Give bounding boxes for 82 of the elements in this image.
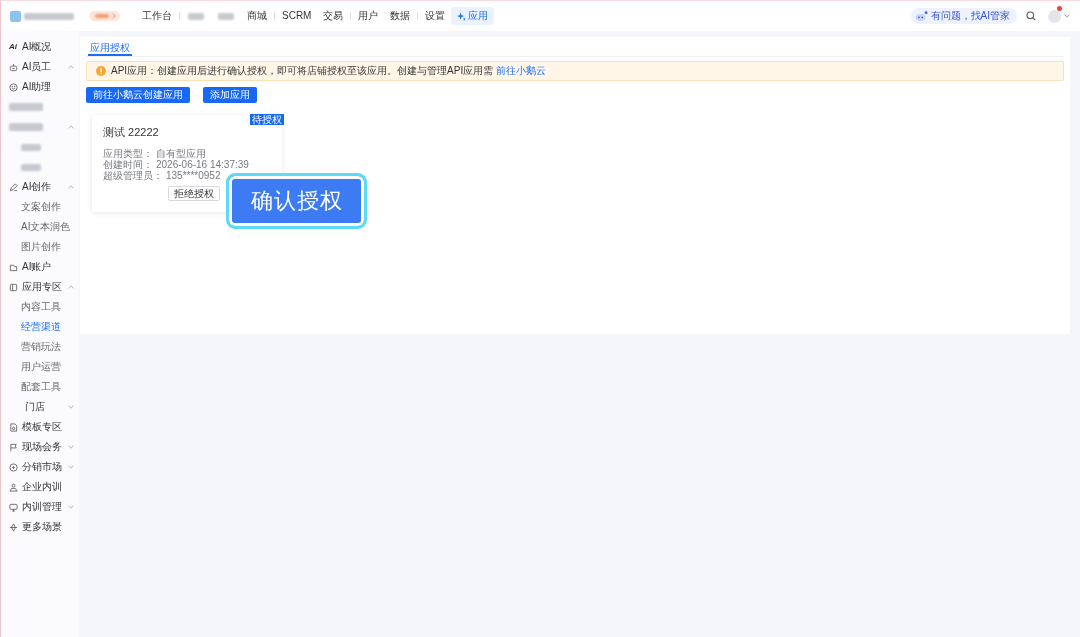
logo-icon[interactable] xyxy=(10,10,21,22)
sidebar-item[interactable]: 文案创作 xyxy=(1,197,79,217)
sidebar-item[interactable]: 内容工具 xyxy=(1,297,79,317)
sidebar-item[interactable]: Ai AI概况 xyxy=(1,37,79,57)
folder-icon xyxy=(9,262,18,272)
sidebar-item[interactable]: AI员工 xyxy=(1,57,79,77)
blurred-text[interactable] xyxy=(188,12,204,20)
blurred-text xyxy=(24,12,74,20)
sidebar-item[interactable]: AI创作 xyxy=(1,177,79,197)
sidebar-item[interactable]: 模板专区 xyxy=(1,417,79,437)
nav-tab[interactable]: 交易 xyxy=(317,7,350,25)
app-title: 测试 22222 xyxy=(103,125,160,139)
confirm-button[interactable]: 确认授权 xyxy=(226,173,367,229)
sidebar-item[interactable]: 用户运营 xyxy=(1,357,79,377)
blurred-text[interactable] xyxy=(9,103,43,111)
sidebar-item[interactable]: 经营渠道 xyxy=(1,317,79,337)
sidebar-item[interactable]: 门店 xyxy=(1,397,79,417)
ai-assistant-button[interactable]: 有问题，找AI管家 xyxy=(910,8,1017,24)
blurred-text[interactable] xyxy=(218,12,234,20)
primary-button[interactable]: 前往小鹅云创建应用 xyxy=(86,87,190,103)
nav-tab[interactable]: 商城 xyxy=(241,7,273,25)
sidebar-item[interactable]: 现场会务 xyxy=(1,437,79,457)
field-value: 2026-06-16 14:37:39 xyxy=(156,159,249,170)
pen-icon xyxy=(9,182,18,192)
caret-up-icon[interactable] xyxy=(68,185,74,189)
blurred-text[interactable] xyxy=(21,143,41,151)
sidebar-item[interactable]: AI文本润色 xyxy=(1,217,79,237)
nav-tab[interactable]: 用户 xyxy=(352,7,385,25)
caret-down-icon[interactable] xyxy=(68,445,74,449)
nav-tab[interactable]: 工作台 xyxy=(136,7,178,25)
sidebar-item[interactable]: 图片创作 xyxy=(1,237,79,257)
blurred-text xyxy=(95,14,109,18)
sidebar-item[interactable]: 营销玩法 xyxy=(1,337,79,357)
robot-icon xyxy=(9,62,18,72)
link[interactable]: 前往小鹅云 xyxy=(496,65,547,76)
nav-tab[interactable]: 数据 xyxy=(384,7,417,25)
tab[interactable]: 应用授权 xyxy=(88,37,132,56)
reject-button[interactable]: 拒绝授权 xyxy=(168,186,220,201)
nav-tab[interactable]: SCRM xyxy=(276,7,318,25)
field-label: 创建时间： xyxy=(103,159,153,170)
caret-up-icon[interactable] xyxy=(68,125,74,129)
avatar-icon[interactable] xyxy=(1048,9,1061,23)
field-value: 自有型应用 xyxy=(156,148,206,159)
sidebar-item[interactable]: 企业内训 xyxy=(1,477,79,497)
caret-down-icon[interactable] xyxy=(1064,14,1070,18)
sparkle-icon xyxy=(457,11,467,21)
sidebar-item[interactable]: AI账户 xyxy=(1,257,79,277)
status-badge: 待授权 xyxy=(250,114,284,125)
plus-circle-icon xyxy=(9,462,18,472)
version-badge[interactable] xyxy=(89,11,120,21)
caret-down-icon[interactable] xyxy=(68,505,74,509)
warning-icon xyxy=(96,66,106,76)
sidebar-item[interactable]: 内训管理 xyxy=(1,497,79,517)
nav-tab[interactable]: 应用 xyxy=(451,7,495,25)
field-value: 135****0952 xyxy=(166,170,221,181)
document-icon xyxy=(9,422,18,432)
caret-down-icon[interactable] xyxy=(68,405,74,409)
primary-button[interactable]: 添加应用 xyxy=(203,87,257,103)
face-icon xyxy=(9,82,18,92)
sidebar-item[interactable]: 分销市场 xyxy=(1,457,79,477)
sidebar-item[interactable]: 配套工具 xyxy=(1,377,79,397)
caret-down-icon[interactable] xyxy=(68,465,74,469)
monitor-icon xyxy=(9,502,18,512)
caret-up-icon[interactable] xyxy=(68,285,74,289)
sidebar-item[interactable]: AI助理 xyxy=(1,77,79,97)
ai-icon: Ai xyxy=(9,42,18,52)
field-label: 超级管理员： xyxy=(103,170,163,181)
person-icon xyxy=(9,482,18,492)
diamond-icon xyxy=(9,522,18,532)
sidebar-item[interactable]: 更多场景 xyxy=(1,517,79,537)
sidebar-item[interactable]: 应用专区 xyxy=(1,277,79,297)
nav-tab[interactable]: 设置 xyxy=(419,7,452,25)
search-icon[interactable] xyxy=(1026,11,1036,21)
caret-up-icon[interactable] xyxy=(68,65,74,69)
field-label: 应用类型： xyxy=(103,148,153,159)
chevron-right-icon xyxy=(112,13,116,19)
blurred-text[interactable] xyxy=(21,163,41,171)
robot-icon xyxy=(914,10,928,22)
alert-text: API应用：创建应用后进行确认授权，即可将店铺授权至该应用。创建与管理API应用需 前往小鹅云 xyxy=(111,64,547,78)
blurred-text[interactable] xyxy=(9,123,43,131)
flag-icon xyxy=(9,442,18,452)
panel-icon xyxy=(9,282,18,292)
